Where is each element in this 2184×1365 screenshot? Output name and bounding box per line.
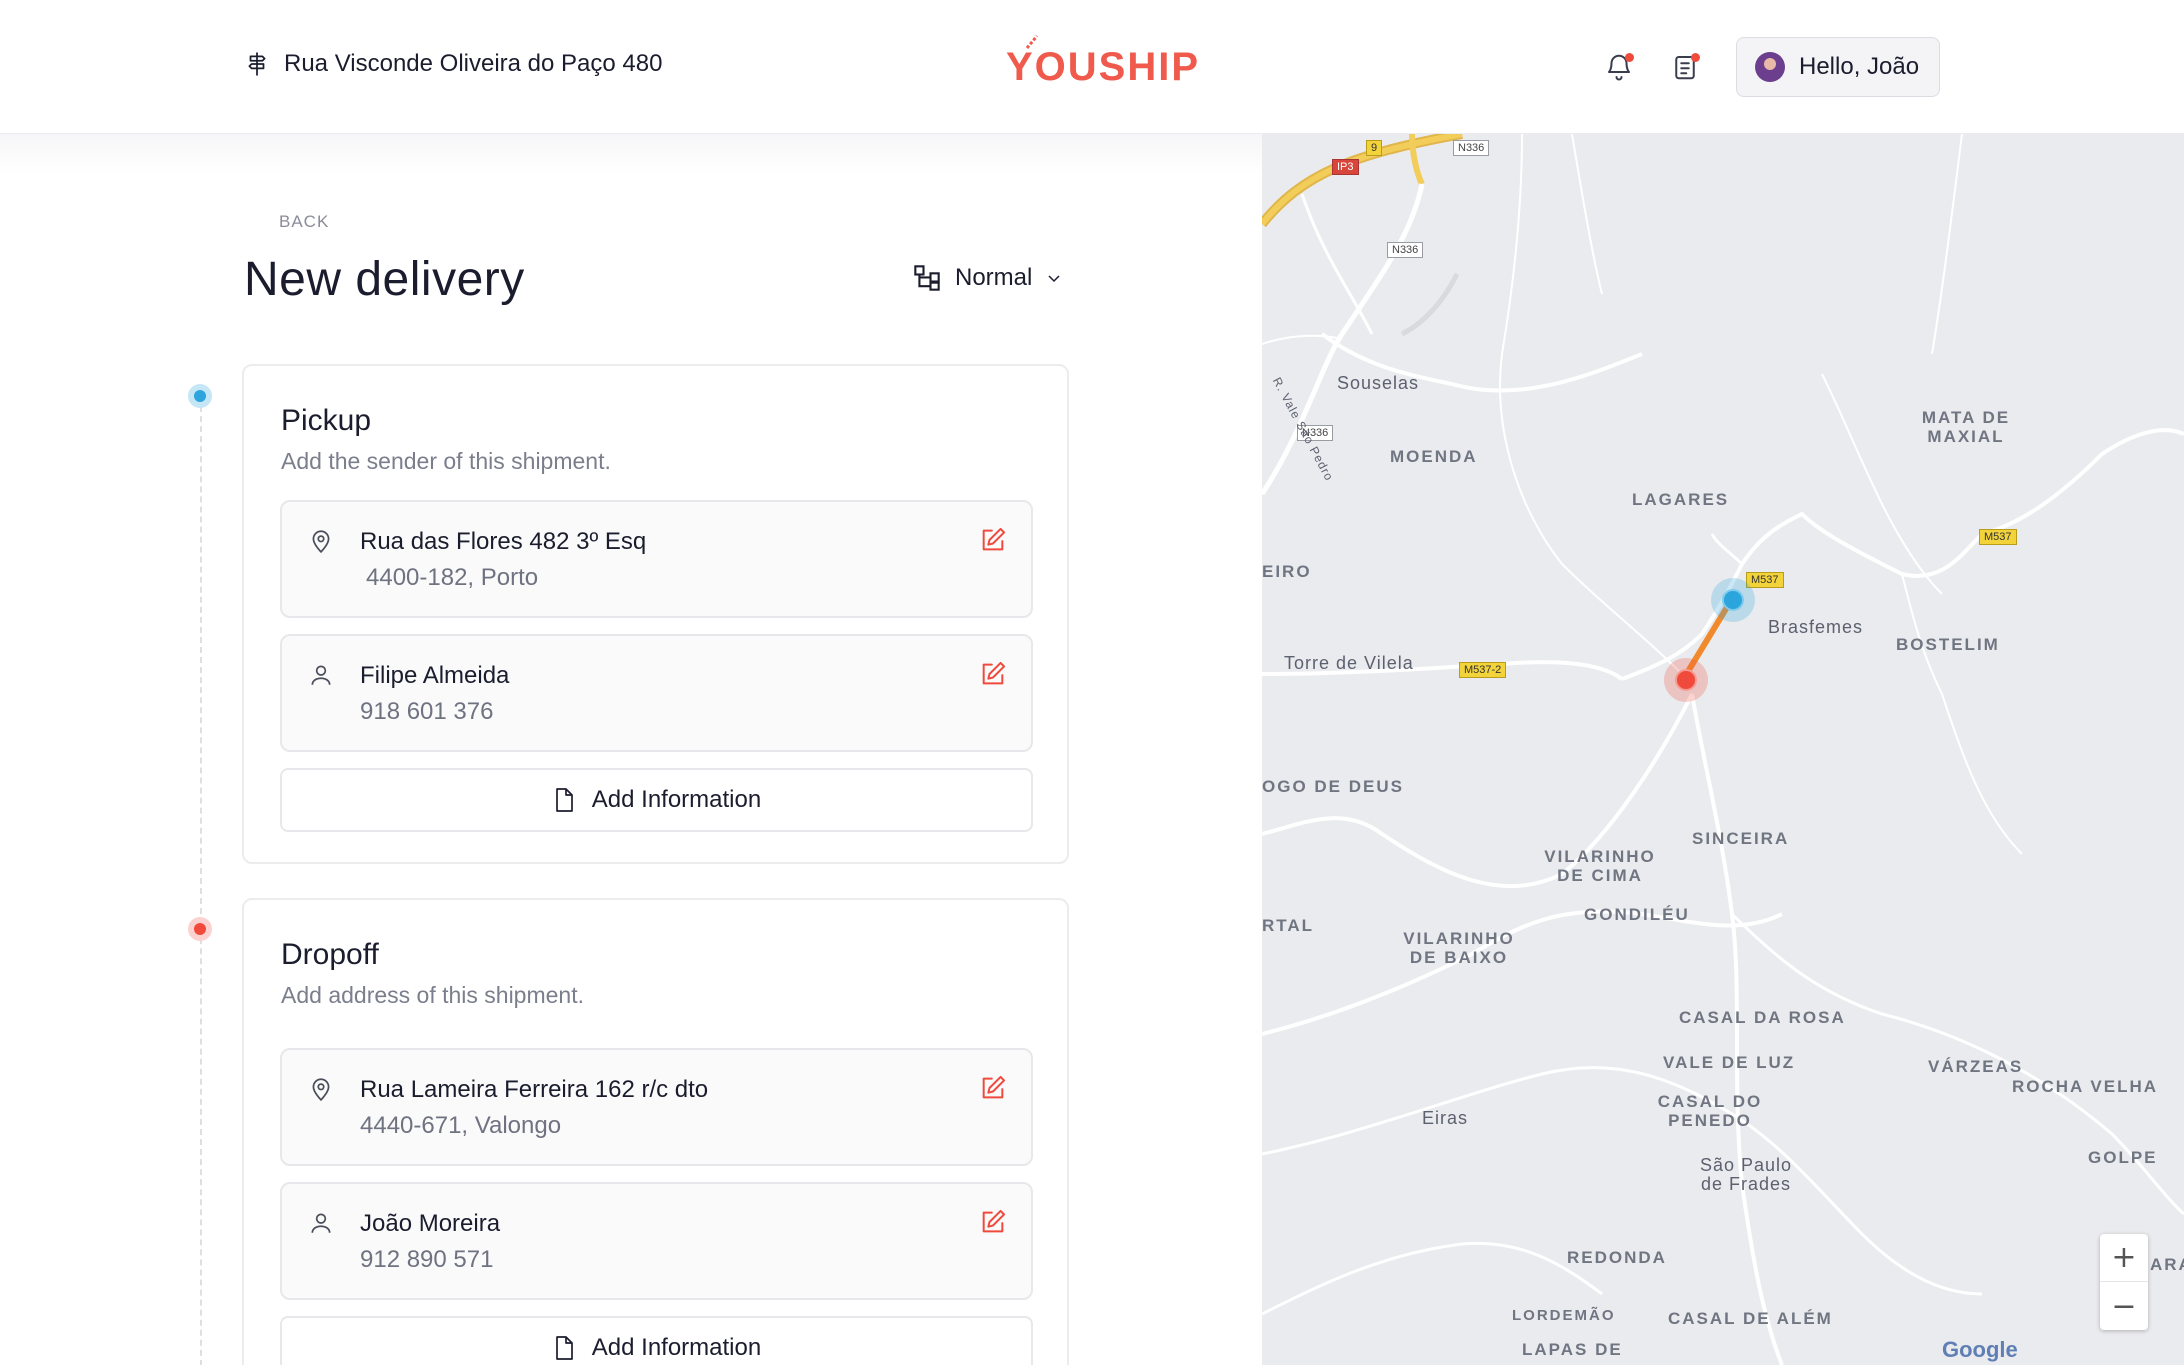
chevron-down-icon: [1048, 275, 1060, 283]
signpost-icon: [248, 52, 266, 76]
dropoff-contact-phone: 912 890 571: [360, 1246, 494, 1273]
back-link[interactable]: BACK: [279, 212, 329, 232]
priority-value: Normal: [955, 264, 1033, 291]
user-icon: [311, 665, 331, 685]
zoom-out-button[interactable]: −: [2100, 1282, 2148, 1330]
dropoff-subtitle: Add address of this shipment.: [281, 982, 584, 1008]
pickup-timeline-dot: [188, 384, 212, 408]
top-header: Rua Visconde Oliveira do Paço 480 YOUSHI…: [0, 0, 2184, 134]
youship-logo[interactable]: YOUSHIP: [1006, 35, 1201, 90]
logo-text: YOUSHIP: [1006, 45, 1201, 89]
orders-button[interactable]: [1670, 52, 1700, 82]
notifications-button[interactable]: [1604, 52, 1634, 82]
timeline-line: [200, 396, 202, 1365]
pickup-title: Pickup: [281, 404, 372, 437]
hierarchy-icon: [914, 265, 940, 291]
route-line: [1681, 596, 1735, 681]
pickup-subtitle: Add the sender of this shipment.: [281, 448, 611, 474]
pickup-address-box[interactable]: Rua das Flores 482 3º Esq 4400-182, Port…: [280, 500, 1033, 618]
avatar: [1755, 52, 1785, 82]
delivery-form-panel: BACK New delivery Normal Pickup Add the …: [0, 134, 1262, 1365]
pickup-marker[interactable]: [1722, 589, 1744, 611]
dropoff-title: Dropoff: [281, 938, 379, 971]
pickup-card: Pickup Add the sender of this shipment. …: [242, 364, 1069, 864]
dropoff-add-information-label: Add Information: [591, 1334, 762, 1361]
dropoff-address-line1: Rua Lameira Ferreira 162 r/c dto: [360, 1076, 709, 1103]
current-address[interactable]: Rua Visconde Oliveira do Paço 480: [244, 50, 662, 78]
orders-dot: [1691, 53, 1700, 62]
dropoff-address-box[interactable]: Rua Lameira Ferreira 162 r/c dto 4440-67…: [280, 1048, 1033, 1166]
dropoff-timeline-dot: [188, 917, 212, 941]
pickup-add-information-button[interactable]: Add Information: [280, 768, 1033, 832]
location-pin-icon: [312, 530, 330, 554]
edit-icon[interactable]: [979, 660, 1007, 688]
google-attribution: Google: [1942, 1337, 2018, 1362]
dropoff-marker[interactable]: [1675, 669, 1697, 691]
user-menu-button[interactable]: Hello, João: [1736, 37, 1940, 97]
dropoff-contact-name: João Moreira: [360, 1210, 501, 1237]
pickup-add-information-label: Add Information: [591, 786, 762, 813]
pickup-contact-name: Filipe Almeida: [360, 662, 510, 689]
zoom-controls: + −: [2100, 1234, 2148, 1330]
document-icon: [555, 788, 573, 812]
location-pin-icon: [312, 1078, 330, 1102]
zoom-in-button[interactable]: +: [2100, 1234, 2148, 1282]
edit-icon[interactable]: [979, 1208, 1007, 1236]
pickup-address-line2: 4400-182, Porto: [366, 564, 539, 591]
notification-dot: [1625, 53, 1634, 62]
dropoff-add-information-button[interactable]: Add Information: [280, 1316, 1033, 1365]
current-address-text: Rua Visconde Oliveira do Paço 480: [284, 50, 663, 77]
edit-icon[interactable]: [979, 1074, 1007, 1102]
edit-icon[interactable]: [979, 526, 1007, 554]
route-map[interactable]: MATA DE MAXIAL MOENDA LAGARES EIRO BOSTE…: [1262, 134, 2184, 1365]
dropoff-address-line2: 4440-671, Valongo: [360, 1112, 562, 1139]
priority-selector[interactable]: Normal: [913, 264, 1062, 292]
user-icon: [311, 1213, 331, 1233]
page-title: New delivery: [244, 253, 525, 306]
pickup-contact-phone: 918 601 376: [360, 698, 494, 725]
document-icon: [555, 1336, 573, 1360]
dropoff-card: Dropoff Add address of this shipment. Ru…: [242, 898, 1069, 1365]
dropoff-contact-box[interactable]: João Moreira 912 890 571: [280, 1182, 1033, 1300]
pickup-contact-box[interactable]: Filipe Almeida 918 601 376: [280, 634, 1033, 752]
user-greeting: Hello, João: [1799, 53, 1920, 80]
pickup-address-line1: Rua das Flores 482 3º Esq: [360, 528, 647, 555]
logo-mark-icon: [1025, 35, 1039, 49]
